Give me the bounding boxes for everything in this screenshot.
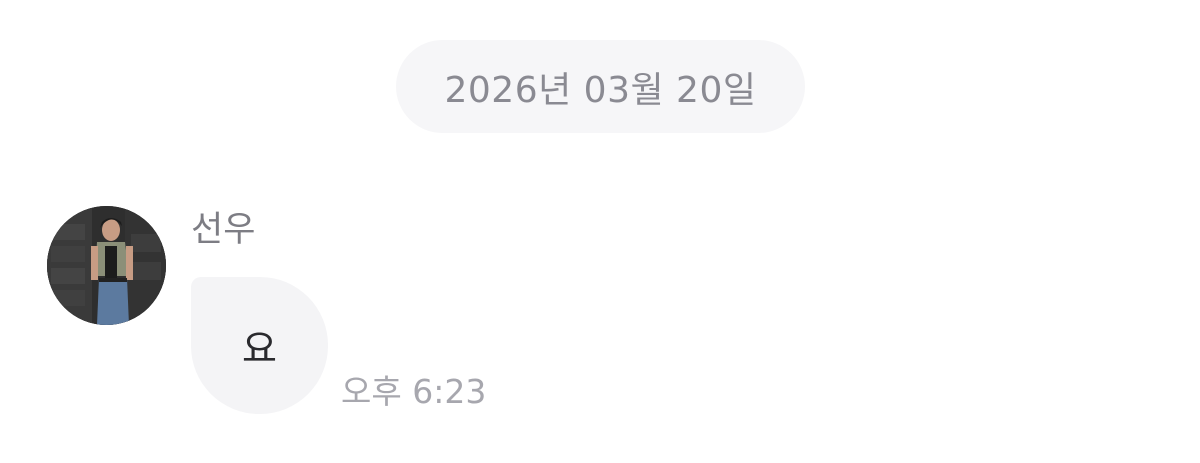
- message-timestamp: 오후 6:23: [341, 372, 487, 411]
- message-text: 요: [242, 327, 277, 371]
- date-divider-label: 2026년 03월 20일: [444, 69, 757, 111]
- avatar-photo: [47, 206, 166, 325]
- message-bubble[interactable]: 요: [191, 277, 328, 414]
- date-divider: 2026년 03월 20일: [396, 40, 805, 133]
- avatar[interactable]: [47, 206, 166, 325]
- sender-name: 선우: [191, 210, 256, 250]
